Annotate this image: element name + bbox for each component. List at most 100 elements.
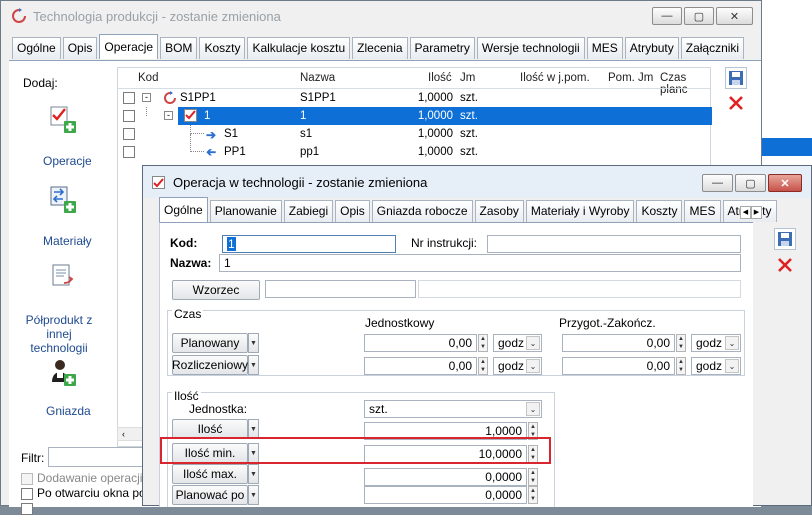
collapse-icon[interactable]: -: [142, 93, 151, 102]
kod-input[interactable]: 1: [222, 235, 396, 253]
semiproduct-label[interactable]: Półprodukt z innej technologii: [19, 313, 99, 355]
row-kod: PP1: [224, 146, 246, 158]
table-row[interactable]: ➔ S1 s1 1,0000 szt.: [118, 125, 710, 143]
row-nazwa: 1: [300, 110, 307, 122]
dialog-tab-0[interactable]: Ogólne: [159, 197, 208, 222]
dialog-maximize-button[interactable]: ▢: [735, 174, 766, 192]
spin-stepper[interactable]: ▲ ▼: [478, 357, 488, 375]
close-button[interactable]: ✕: [716, 7, 753, 25]
planowac-po-input[interactable]: 0,0000: [364, 486, 527, 504]
row-jm: szt.: [460, 92, 478, 104]
dialog-tab-8[interactable]: MES: [684, 200, 721, 222]
spin-stepper[interactable]: ▲ ▼: [528, 468, 538, 486]
bg-tab-2[interactable]: Operacje: [99, 34, 159, 59]
maximize-button[interactable]: ▢: [684, 7, 714, 25]
add-materials-label[interactable]: Materiały: [43, 234, 92, 248]
bg-tab-7[interactable]: Parametry: [409, 37, 475, 59]
bg-tab-10[interactable]: Atrybuty: [624, 37, 679, 59]
add-operation-icon[interactable]: [50, 105, 78, 135]
dialog-tab-6[interactable]: Materiały i Wyroby: [525, 200, 635, 222]
filter-input[interactable]: [48, 447, 148, 467]
row-checkbox[interactable]: [123, 128, 135, 140]
wzorzec-name-input[interactable]: [418, 280, 741, 298]
header-pom-jm: Pom. Jm: [608, 72, 654, 84]
unit-select[interactable]: godz ⌄: [493, 357, 542, 375]
dialog-close-button[interactable]: ✕: [768, 174, 802, 192]
ilosc-dropdown[interactable]: ▼: [248, 419, 259, 439]
spin-stepper[interactable]: ▲ ▼: [676, 334, 686, 352]
unit-select[interactable]: godz ⌄: [691, 334, 741, 352]
dialog-cancel-button[interactable]: [774, 254, 796, 276]
spin-stepper[interactable]: ▲ ▼: [528, 486, 538, 504]
bg-tab-5[interactable]: Kalkulacje kosztu: [247, 37, 351, 59]
grid-scrollbar[interactable]: ‹: [117, 427, 145, 441]
add-operation-label[interactable]: Operacje: [43, 154, 92, 168]
dialog-minimize-button[interactable]: —: [702, 174, 733, 192]
chevron-down-icon: ⌄: [526, 402, 540, 416]
spin-stepper[interactable]: ▲ ▼: [478, 334, 488, 352]
dialog-tab-5[interactable]: Zasoby: [474, 200, 524, 222]
cancel-button[interactable]: [725, 92, 747, 114]
row-checkbox[interactable]: [123, 146, 135, 158]
tab-scroll-left[interactable]: ◀: [740, 206, 751, 219]
row-checkbox[interactable]: [123, 110, 135, 122]
planowac-po-dropdown[interactable]: ▼: [248, 485, 259, 505]
bg-tab-3[interactable]: BOM: [160, 37, 198, 59]
dialog-tab-1[interactable]: Planowanie: [209, 200, 282, 222]
minimize-button[interactable]: —: [652, 7, 682, 25]
rozliczeniowy-button[interactable]: Rozliczeniowy: [172, 355, 248, 375]
wzorzec-input[interactable]: [265, 280, 416, 298]
add-materials-icon[interactable]: [50, 185, 78, 215]
table-row[interactable]: - S1PP1 S1PP1 1,0000 szt.: [118, 89, 710, 107]
row-checkbox[interactable]: [123, 92, 135, 104]
ilosc-max-input[interactable]: 0,0000: [364, 468, 527, 486]
bg-tab-9[interactable]: MES: [586, 37, 623, 59]
dialog-tab-2[interactable]: Zabiegi: [283, 200, 334, 222]
wzorzec-button[interactable]: Wzorzec: [172, 280, 260, 300]
ilosc-max-dropdown[interactable]: ▼: [248, 464, 259, 484]
rozliczeniowy-przygot-input[interactable]: 0,00: [562, 357, 675, 375]
ilosc-max-button[interactable]: Ilość max.: [172, 464, 248, 484]
bg-tab-4[interactable]: Koszty: [199, 37, 246, 59]
nr-instrukcji-input[interactable]: [487, 235, 741, 253]
nazwa-input[interactable]: 1: [219, 254, 741, 272]
jednostka-select[interactable]: szt. ⌄: [364, 400, 542, 418]
row-ilosc: 1,0000: [417, 128, 453, 140]
tab-scroll-right[interactable]: ▶: [751, 206, 762, 219]
nazwa-label: Nazwa:: [170, 256, 212, 270]
dialog-tab-7[interactable]: Koszty: [636, 200, 683, 222]
show-on-open-checkbox[interactable]: [21, 488, 33, 500]
dialog-tab-4[interactable]: Gniazda robocze: [371, 200, 473, 222]
filter-label: Filtr:: [21, 451, 45, 465]
dialog-title: Operacja w technologii - zostanie zmieni…: [173, 174, 428, 190]
add-operation-checkbox[interactable]: [21, 473, 33, 485]
planowac-po-button[interactable]: Planować po: [172, 485, 248, 505]
save-icon: [778, 232, 792, 246]
bg-tab-11[interactable]: Załączniki: [680, 37, 745, 59]
planowany-button[interactable]: Planowany: [172, 333, 248, 353]
dialog-tab-3[interactable]: Opis: [335, 200, 370, 222]
planowany-jednostkowy-input[interactable]: 0,00: [364, 334, 477, 352]
add-workstation-label[interactable]: Gniazda: [46, 404, 91, 418]
save-icon: [729, 71, 743, 85]
third-checkbox[interactable]: [21, 503, 33, 515]
semiproduct-icon[interactable]: [50, 263, 78, 293]
planowany-przygot-input[interactable]: 0,00: [562, 334, 675, 352]
unit-select[interactable]: godz ⌄: [493, 334, 542, 352]
bg-tab-8[interactable]: Wersje technologii: [476, 37, 585, 59]
planowany-dropdown[interactable]: ▼: [248, 333, 259, 353]
dialog-save-button[interactable]: [774, 228, 796, 250]
table-row-selected[interactable]: - 1 1 1,0000 szt.: [118, 107, 712, 125]
bg-tab-1[interactable]: Opis: [62, 37, 98, 59]
rozliczeniowy-dropdown[interactable]: ▼: [248, 355, 259, 375]
table-row[interactable]: ➔ PP1 pp1 1,0000 szt.: [118, 134, 710, 161]
save-button[interactable]: [725, 67, 747, 89]
unit-select[interactable]: godz ⌄: [691, 357, 741, 375]
bg-tab-6[interactable]: Zlecenia: [352, 37, 408, 59]
spin-stepper[interactable]: ▲ ▼: [676, 357, 686, 375]
collapse-icon[interactable]: -: [164, 111, 173, 120]
rozliczeniowy-jednostkowy-input[interactable]: 0,00: [364, 357, 477, 375]
bg-tab-0[interactable]: Ogólne: [12, 37, 61, 59]
add-workstation-icon[interactable]: [50, 358, 78, 388]
ilosc-button[interactable]: Ilość: [172, 419, 248, 439]
